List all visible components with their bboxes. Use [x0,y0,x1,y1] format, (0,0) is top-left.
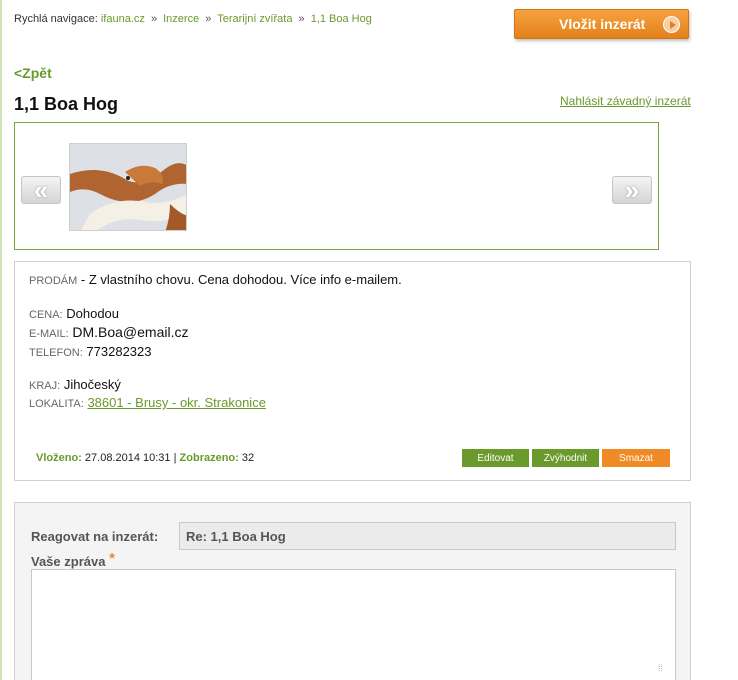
post-ad-button[interactable]: Vložit inzerát [514,9,689,39]
region-label: KRAJ: [29,380,61,392]
views-value: 32 [241,452,255,464]
listing-details: PRODÁM - Z vlastního chovu. Cena dohodou… [14,261,691,481]
breadcrumb-item-inzerce[interactable]: Inzerce [163,13,199,25]
reply-form: Reagovat na inzerát: Vaše zpráva * ⁞⁞ [14,502,691,680]
gallery-next-button[interactable]: » [612,176,652,204]
required-asterisk: * [109,550,115,567]
locality-link[interactable]: 38601 - Brusy - okr. Strakonice [87,395,265,410]
locality-row: LOKALITA: 38601 - Brusy - okr. Strakonic… [29,395,266,410]
type-label: PRODÁM [29,275,78,287]
message-label-text: Vaše zpráva [31,554,106,569]
reply-label: Reagovat na inzerát: [31,529,159,544]
breadcrumb-item-current[interactable]: 1,1 Boa Hog [311,13,372,25]
price-value: Dohodou [66,306,120,321]
breadcrumb-separator: » [298,13,305,25]
page-title: 1,1 Boa Hog [14,94,119,114]
delete-button[interactable]: Smazat [602,449,670,467]
breadcrumb-label: Rychlá navigace: [14,13,98,25]
gallery-prev-button[interactable]: « [21,176,61,204]
phone-value: 773282323 [86,344,152,359]
price-row: CENA: Dohodou [29,306,119,321]
photo-gallery: « » [14,122,659,250]
region-row: KRAJ: Jihočeský [29,377,121,392]
phone-row: TELEFON: 773282323 [29,344,152,359]
email-row: E-MAIL: DM.Boa@email.cz [29,324,189,340]
left-rule [0,0,2,680]
description-row: PRODÁM - Z vlastního chovu. Cena dohodou… [29,272,402,287]
region-value: Jihočeský [63,377,121,392]
breadcrumb-separator: » [150,13,158,25]
description-text: - Z vlastního chovu. Cena dohodou. Více … [80,272,402,287]
post-ad-button-label: Vložit inzerát [559,16,646,32]
back-link[interactable]: <Zpět [14,65,52,81]
report-ad-link[interactable]: Nahlásit závadný inzerát [560,94,691,108]
email-label: E-MAIL: [29,328,69,340]
email-value: DM.Boa@email.cz [72,324,189,340]
play-arrow-icon [663,16,680,33]
edit-button[interactable]: Editovat [462,449,529,467]
resize-grip-icon[interactable]: ⁞⁞ [658,663,670,675]
posted-value: 27.08.2014 10:31 [84,452,171,464]
breadcrumb-separator: » [205,13,212,25]
posted-label: Vloženo: [36,452,82,464]
breadcrumb-item-category[interactable]: Terarijní zvířata [217,13,292,25]
reply-subject-field[interactable] [179,522,676,550]
message-textarea[interactable] [31,569,676,680]
breadcrumb: Rychlá navigace: ifauna.cz » Inzerce » T… [14,13,372,25]
phone-label: TELEFON: [29,347,83,359]
highlight-button[interactable]: Zvýhodnit [532,449,599,467]
listing-meta: Vloženo: 27.08.2014 10:31 | Zobrazeno: 3… [36,452,254,464]
listing-thumbnail[interactable] [69,143,187,231]
message-label: Vaše zpráva * [31,550,115,570]
meta-separator: | [173,452,177,464]
breadcrumb-item-home[interactable]: ifauna.cz [101,13,145,25]
locality-label: LOKALITA: [29,398,84,410]
price-label: CENA: [29,309,63,321]
views-label: Zobrazeno: [179,452,239,464]
snake-photo-icon [70,144,186,230]
